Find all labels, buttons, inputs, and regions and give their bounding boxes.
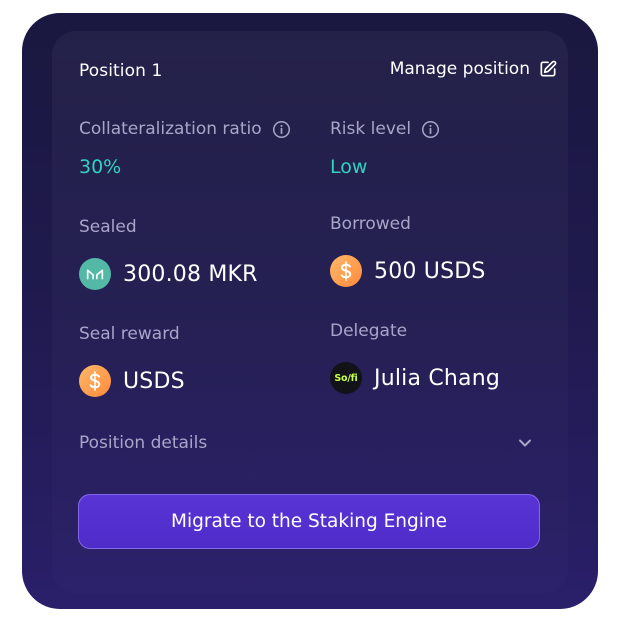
- manage-position-button[interactable]: Manage position: [390, 59, 558, 79]
- manage-position-label: Manage position: [389, 59, 530, 79]
- delegate-avatar-text: So/fi: [334, 372, 358, 384]
- risk-level-value: Low: [330, 156, 368, 178]
- position-card: Position 1 Manage position Collateraliza…: [22, 13, 598, 609]
- sealed-label: Sealed: [79, 217, 137, 237]
- collateralization-label: Collateralization ratio: [79, 119, 262, 139]
- position-title: Position 1: [79, 61, 163, 81]
- delegate-value: Julia Chang: [374, 365, 501, 391]
- borrowed-label: Borrowed: [330, 214, 411, 234]
- migrate-button-label: Migrate to the Staking Engine: [171, 511, 447, 532]
- info-icon[interactable]: [421, 120, 440, 139]
- migrate-button[interactable]: Migrate to the Staking Engine: [78, 494, 540, 549]
- position-details-label: Position details: [79, 433, 208, 453]
- delegate-avatar: So/fi: [330, 362, 362, 394]
- collateralization-label-group: Collateralization ratio: [79, 119, 291, 139]
- delegate-value-row: So/fi Julia Chang: [330, 362, 500, 394]
- collateralization-value: 30%: [79, 156, 122, 178]
- edit-icon: [540, 60, 557, 77]
- borrowed-value-row: 500 USDS: [330, 255, 486, 287]
- seal-reward-value-row: USDS: [79, 365, 185, 397]
- sealed-value-row: 300.08 MKR: [79, 258, 258, 290]
- chevron-down-icon: [519, 439, 531, 447]
- info-icon[interactable]: [272, 120, 291, 139]
- seal-reward-value: USDS: [123, 368, 185, 394]
- position-details-toggle[interactable]: Position details: [79, 433, 535, 453]
- borrowed-value: 500 USDS: [374, 258, 486, 284]
- seal-reward-label: Seal reward: [79, 324, 180, 344]
- usds-token-icon: [79, 365, 111, 397]
- mkr-token-icon: [79, 258, 111, 290]
- risk-level-label: Risk level: [330, 119, 412, 139]
- delegate-label: Delegate: [330, 321, 408, 341]
- usds-token-icon: [330, 255, 362, 287]
- sealed-value: 300.08 MKR: [123, 261, 258, 287]
- risk-level-label-group: Risk level: [330, 119, 440, 139]
